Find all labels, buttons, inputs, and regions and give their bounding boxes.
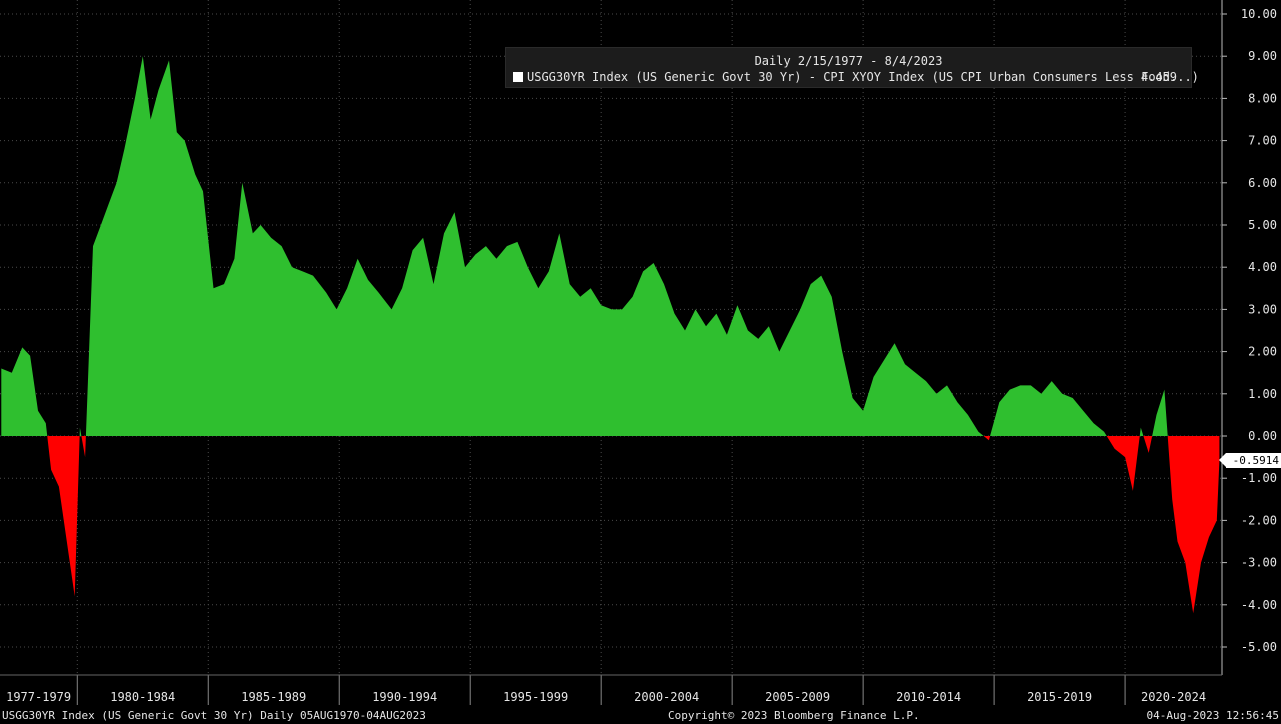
x-tick-label: 1980-1984 <box>110 690 175 704</box>
y-tick-label: -2.00 <box>1241 513 1277 527</box>
legend-last-value: 4.459 <box>1140 70 1177 84</box>
last-value-pointer-icon <box>1219 453 1226 467</box>
footer-timestamp: 04-Aug-2023 12:56:45 <box>1146 709 1279 722</box>
legend-swatch-icon <box>513 72 523 82</box>
x-tick-label: 2005-2009 <box>765 690 830 704</box>
y-tick-label: 8.00 <box>1248 91 1277 105</box>
y-tick-label: 3.00 <box>1248 302 1277 316</box>
y-tick-label: 7.00 <box>1248 134 1277 148</box>
y-tick-label: 0.00 <box>1248 429 1277 443</box>
y-tick-label: 5.00 <box>1248 218 1277 232</box>
y-tick-label: -3.00 <box>1241 556 1277 570</box>
x-tick-label: 1990-1994 <box>372 690 437 704</box>
y-tick-label: -5.00 <box>1241 640 1277 654</box>
last-value-badge: -0.5914 <box>1226 453 1281 468</box>
x-tick-label: 2015-2019 <box>1027 690 1092 704</box>
x-tick-label: 1977-1979 <box>6 690 71 704</box>
y-tick-label: 1.00 <box>1248 387 1277 401</box>
legend-entry: USGG30YR Index (US Generic Govt 30 Yr) -… <box>513 70 1199 84</box>
x-tick-label: 1995-1999 <box>503 690 568 704</box>
y-tick-label: 4.00 <box>1248 260 1277 274</box>
chart-title: Daily 2/15/1977 - 8/4/2023 <box>754 54 943 68</box>
chart-area: -5.00 -4.00 -3.00 -2.00 -1.00 0.00 1.00 2.00 3.0… <box>0 0 1277 705</box>
x-tick-label: 2010-2014 <box>896 690 961 704</box>
series-area-positive <box>1 56 1220 436</box>
y-tick-label: 10.00 <box>1241 7 1277 21</box>
y-tick-label: 6.00 <box>1248 176 1277 190</box>
x-tick-label: 2020-2024 <box>1141 690 1206 704</box>
footer-copyright: Copyright© 2023 Bloomberg Finance L.P. <box>668 709 920 722</box>
footer-ticker: USGG30YR Index (US Generic Govt 30 Yr) D… <box>2 709 426 722</box>
chart-legend: Daily 2/15/1977 - 8/4/2023 USGG30YR Inde… <box>505 47 1199 88</box>
y-tick-label: -1.00 <box>1241 471 1277 485</box>
x-tick-label: 2000-2004 <box>634 690 699 704</box>
y-tick-label: 2.00 <box>1248 345 1277 359</box>
y-tick-label: 9.00 <box>1248 49 1277 63</box>
y-tick-label: -4.00 <box>1241 598 1277 612</box>
x-tick-label: 1985-1989 <box>241 690 306 704</box>
legend-series-name: USGG30YR Index (US Generic Govt 30 Yr) -… <box>527 70 1199 84</box>
